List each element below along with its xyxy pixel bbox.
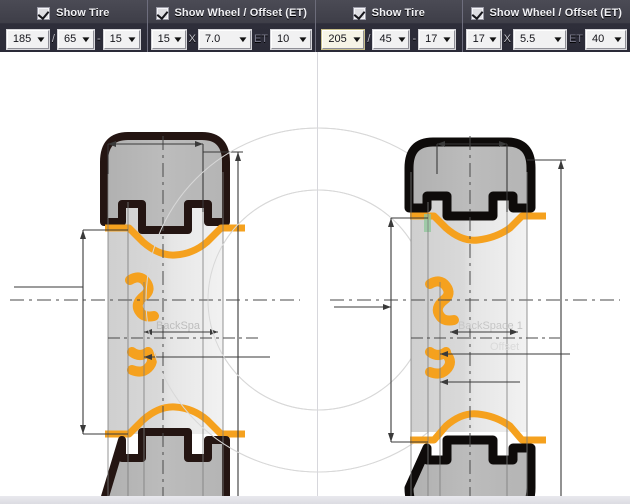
chevron-down-icon: ▼ <box>80 34 92 44</box>
tire-width-select-right[interactable]: 205 ▼ <box>322 29 365 49</box>
et-separator: ET <box>568 33 583 45</box>
tire-size-row-right: 205 ▼ / 45 ▼ - 17 ▼ <box>316 26 462 52</box>
wheel-diameter-select-right[interactable]: 17 ▼ <box>466 29 501 49</box>
tire-section-upper-right <box>404 137 536 221</box>
dash-separator: - <box>96 33 101 45</box>
chevron-down-icon: ▼ <box>125 34 138 44</box>
wheel-width-value: 7.0 <box>204 32 221 45</box>
diagram-stage: BackSpa BackSpace 1 Offset <box>0 52 630 496</box>
tire-size-row-left: 185 ▼ / 65 ▼ - 15 ▼ <box>0 26 147 52</box>
tire-width-value: 185 <box>12 32 32 45</box>
tire-wheel-comparison-app: Show Tire 185 ▼ / 65 ▼ - 15 ▼ Show Wheel… <box>0 0 630 504</box>
show-tire-checkbox-row-left[interactable]: Show Tire <box>0 0 147 26</box>
chevron-down-icon: ▼ <box>237 34 249 44</box>
tire-section-lower-left <box>101 428 230 496</box>
chevron-down-icon: ▼ <box>395 34 408 44</box>
wheel-size-row-left: 15 ▼ X 7.0 ▼ ET 10 ▼ <box>148 26 315 52</box>
wheel-controls-right: Show Wheel / Offset (ET) 17 ▼ X 5.5 ▼ ET… <box>461 0 630 52</box>
panel-controls-right: Show Tire 205 ▼ / 45 ▼ - 17 ▼ Show Wheel… <box>315 0 630 52</box>
cross-section-svg: BackSpa BackSpace 1 Offset <box>10 127 620 496</box>
show-wheel-checkbox-row-right[interactable]: Show Wheel / Offset (ET) <box>463 0 630 26</box>
slash-separator: / <box>51 33 55 45</box>
tire-diameter-select-right[interactable]: 17 ▼ <box>419 29 456 49</box>
checkmark-icon[interactable] <box>352 6 366 20</box>
chevron-down-icon: ▼ <box>552 34 564 44</box>
wheel-width-value: 5.5 <box>519 32 536 45</box>
show-wheel-checkbox-row-left[interactable]: Show Wheel / Offset (ET) <box>148 0 315 26</box>
show-wheel-label: Show Wheel / Offset (ET) <box>174 7 308 19</box>
chevron-down-icon: ▼ <box>171 34 184 44</box>
show-tire-label: Show Tire <box>56 7 110 19</box>
backspace-label-left: BackSpa <box>156 320 201 332</box>
wheel-size-row-right: 17 ▼ X 5.5 ▼ ET 40 ▼ <box>463 26 630 52</box>
tire-controls-right: Show Tire 205 ▼ / 45 ▼ - 17 ▼ <box>316 0 462 52</box>
chevron-down-icon: ▼ <box>350 34 363 44</box>
chevron-down-icon: ▼ <box>297 34 309 44</box>
chevron-down-icon: ▼ <box>612 34 624 44</box>
tire-aspect-select-right[interactable]: 45 ▼ <box>373 29 410 49</box>
slash-separator: / <box>367 33 371 45</box>
panel-divider <box>317 52 318 496</box>
wheel-offset-value: 40 <box>592 32 605 45</box>
panel-controls-left: Show Tire 185 ▼ / 65 ▼ - 15 ▼ Show Wheel… <box>0 0 315 52</box>
wheel-offset-select-left[interactable]: 10 ▼ <box>271 29 311 49</box>
chevron-down-icon: ▼ <box>35 34 47 44</box>
tire-width-value: 205 <box>328 32 347 45</box>
checkmark-icon[interactable] <box>470 6 484 20</box>
tire-diameter-value: 15 <box>109 32 122 45</box>
tire-diameter-select-left[interactable]: 15 ▼ <box>103 29 140 49</box>
et-separator: ET <box>253 33 268 45</box>
checkmark-icon[interactable] <box>37 6 51 20</box>
bottom-bar <box>0 496 630 504</box>
tire-section-upper-left <box>100 132 230 234</box>
x-separator: X <box>503 33 511 45</box>
backspace-label-right: BackSpace 1 <box>458 320 523 332</box>
show-wheel-label: Show Wheel / Offset (ET) <box>489 7 623 19</box>
chevron-down-icon: ▼ <box>441 34 454 44</box>
offset-label-right: Offset <box>490 341 519 353</box>
tire-aspect-value: 65 <box>63 32 77 45</box>
checkmark-icon[interactable] <box>155 6 169 20</box>
wheel-offset-select-right[interactable]: 40 ▼ <box>586 29 626 49</box>
wheel-width-select-left[interactable]: 7.0 ▼ <box>198 29 251 49</box>
tire-diameter-value: 17 <box>425 32 438 45</box>
wheel-diameter-select-left[interactable]: 15 ▼ <box>151 29 186 49</box>
wheel-controls-left: Show Wheel / Offset (ET) 15 ▼ X 7.0 ▼ ET… <box>146 0 315 52</box>
controls-header: Show Tire 185 ▼ / 65 ▼ - 15 ▼ Show Wheel… <box>0 0 630 52</box>
tire-width-select-left[interactable]: 185 ▼ <box>6 29 49 49</box>
wheel-width-select-right[interactable]: 5.5 ▼ <box>513 29 566 49</box>
tire-aspect-select-left[interactable]: 65 ▼ <box>57 29 94 49</box>
show-tire-checkbox-row-right[interactable]: Show Tire <box>316 0 462 26</box>
dash-separator: - <box>412 33 417 45</box>
x-separator: X <box>188 33 196 45</box>
chevron-down-icon: ▼ <box>486 34 499 44</box>
tire-aspect-value: 45 <box>379 32 392 45</box>
tire-controls-left: Show Tire 185 ▼ / 65 ▼ - 15 ▼ <box>0 0 147 52</box>
wheel-offset-value: 10 <box>277 32 290 45</box>
show-tire-label: Show Tire <box>371 7 425 19</box>
bead-marker-right <box>424 214 431 232</box>
